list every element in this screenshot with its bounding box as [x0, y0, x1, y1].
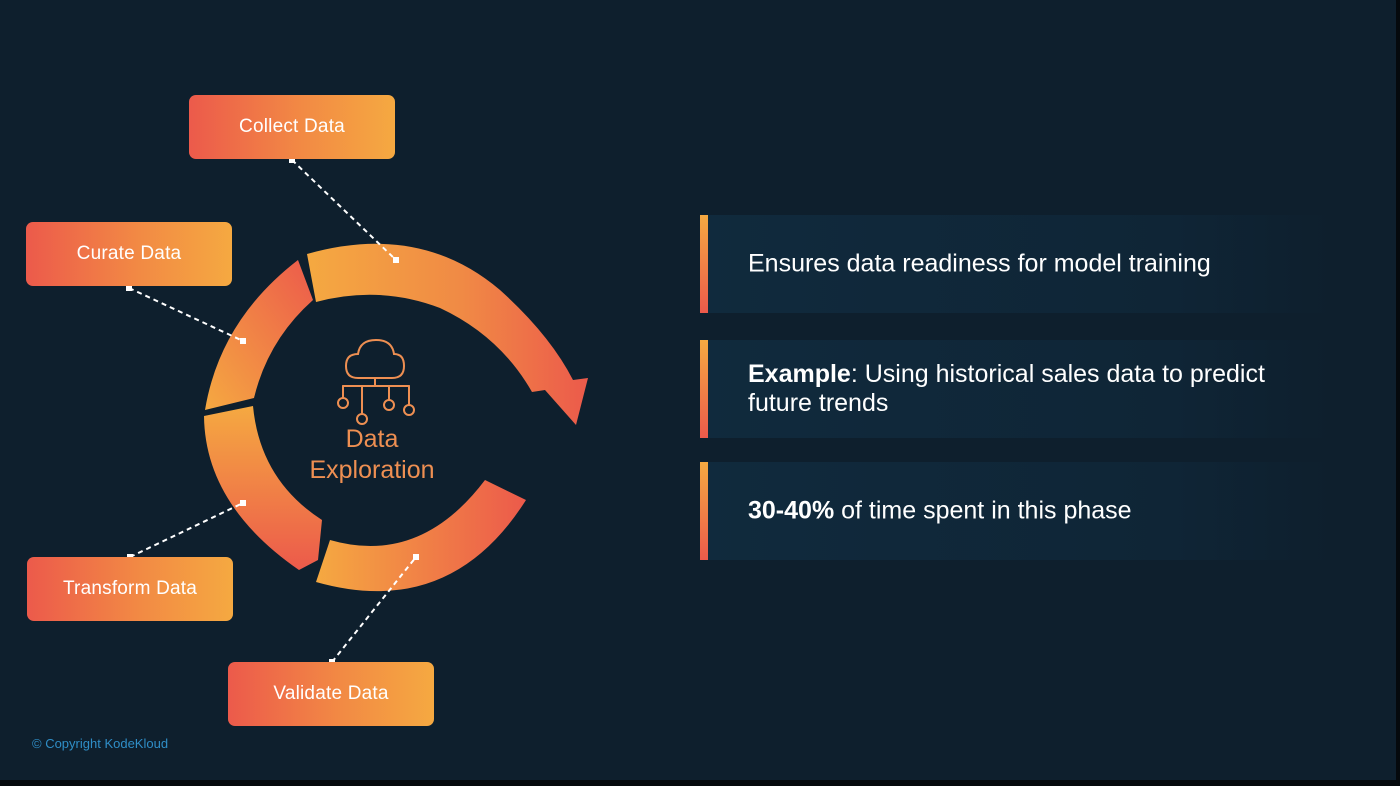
point-bold: 30-40% — [748, 496, 835, 525]
arc-segment-collect — [307, 243, 588, 425]
right-border — [1396, 0, 1400, 786]
point-card-3: 30-40% of time spent in this phase — [700, 462, 1330, 560]
cloud-network-icon — [337, 338, 415, 425]
slide: Collect Data Curate Data Transform Data … — [0, 0, 1400, 780]
step-label: Collect Data — [239, 116, 345, 137]
arc-segment-validate — [316, 480, 526, 592]
point-body: of time spent in this phase — [834, 496, 1132, 525]
step-collect-data: Collect Data — [189, 95, 395, 159]
point-bold: Example — [748, 360, 851, 388]
point-text: Example: Using historical sales data to … — [748, 360, 1290, 418]
step-transform-data: Transform Data — [27, 557, 233, 621]
point-card-2: Example: Using historical sales data to … — [700, 340, 1330, 438]
step-validate-data: Validate Data — [228, 662, 434, 726]
point-card-1: Ensures data readiness for model trainin… — [700, 215, 1330, 313]
bottom-border — [0, 780, 1400, 786]
card-accent-bar — [700, 340, 708, 438]
step-label: Curate Data — [76, 243, 182, 264]
center-title-line1: Data — [345, 425, 399, 453]
data-lifecycle-diagram: Collect Data Curate Data Transform Data … — [0, 0, 700, 780]
point-text: 30-40% of time spent in this phase — [748, 497, 1290, 526]
point-body: Ensures data readiness for model trainin… — [748, 249, 1211, 278]
copyright-text: © Copyright KodeKloud — [32, 736, 169, 751]
card-accent-bar — [700, 462, 708, 560]
step-label: Transform Data — [62, 578, 198, 599]
card-accent-bar — [700, 215, 708, 313]
step-curate-data: Curate Data — [26, 222, 232, 286]
step-label: Validate Data — [273, 683, 389, 704]
point-text: Ensures data readiness for model trainin… — [748, 250, 1290, 279]
center-title: Data Exploration — [282, 424, 462, 486]
center-title-line2: Exploration — [309, 456, 435, 484]
